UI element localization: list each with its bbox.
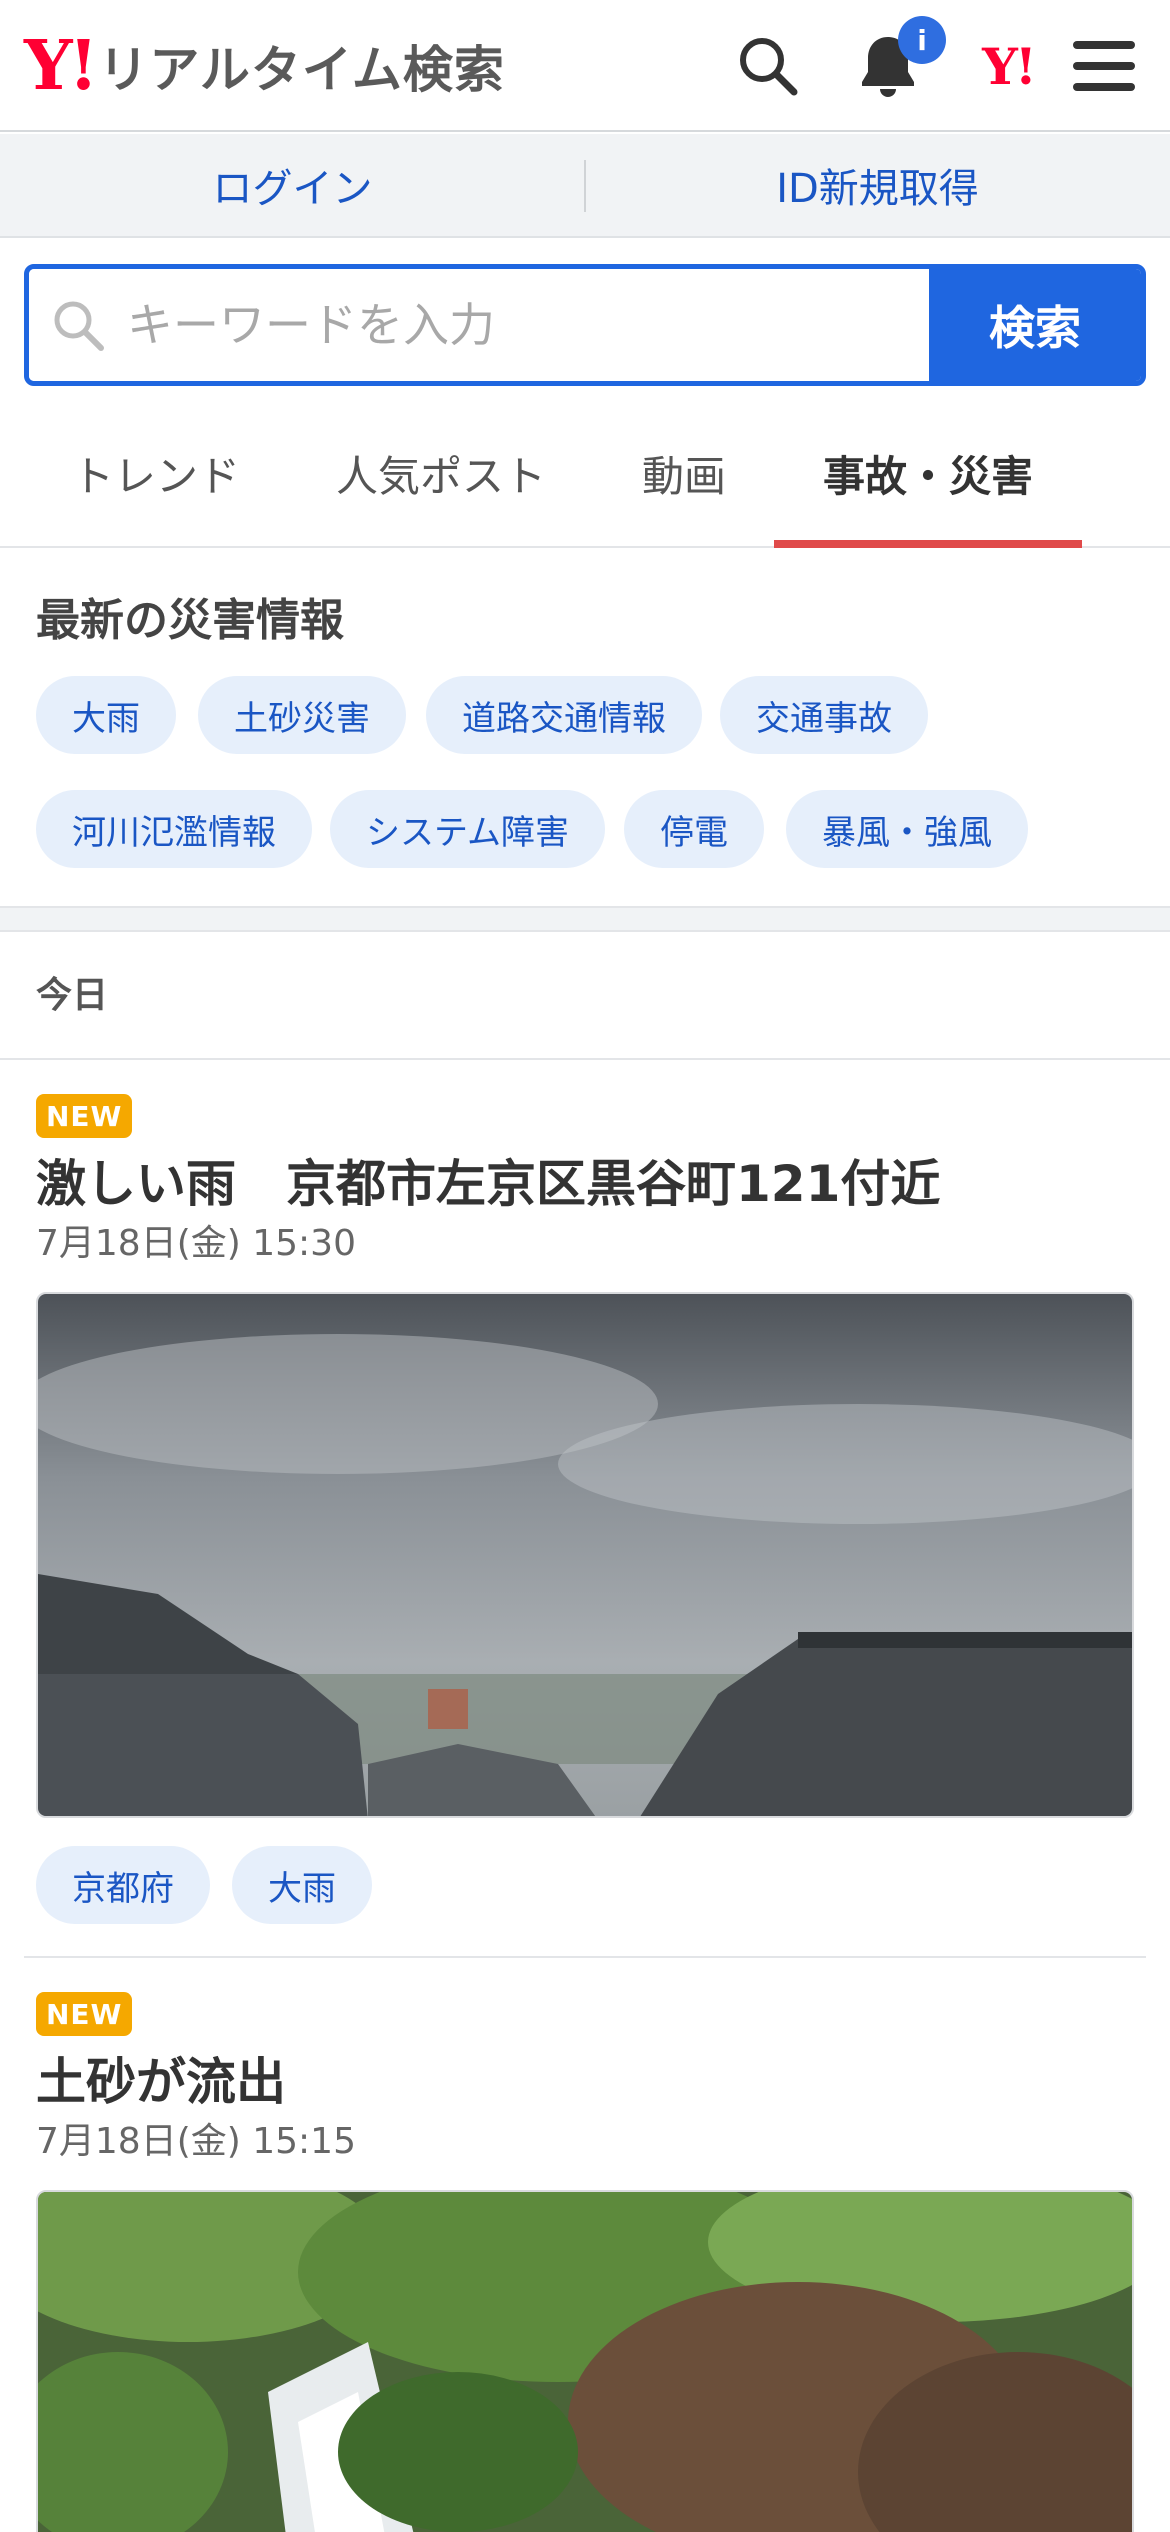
search-box: 検索 <box>24 264 1146 386</box>
search-field-wrapper <box>29 269 929 381</box>
post-title[interactable]: 土砂が流出 <box>36 2042 286 2114</box>
post-divider <box>24 1956 1146 1958</box>
chip-road-traffic[interactable]: 道路交通情報 <box>426 676 702 754</box>
chip-traffic-accident[interactable]: 交通事故 <box>720 676 928 754</box>
search-button[interactable]: 検索 <box>929 269 1141 381</box>
chip-storm-wind[interactable]: 暴風・強風 <box>786 790 1028 868</box>
search-input[interactable] <box>127 298 929 352</box>
divider <box>0 1058 1170 1060</box>
yahoo-japan-icon[interactable]: Y! <box>966 24 1050 108</box>
login-link[interactable]: ログイン <box>0 134 585 236</box>
yahoo-logo-mark: Y! <box>24 26 98 106</box>
post-timestamp: 7月18日(金) 15:15 <box>36 2121 356 2162</box>
yahoo-realtime-logo[interactable]: Y! リアルタイム検索 <box>24 28 505 104</box>
signup-link[interactable]: ID新規取得 <box>585 134 1170 236</box>
chip-river-flood[interactable]: 河川氾濫情報 <box>36 790 312 868</box>
post-image-rain[interactable] <box>36 1292 1134 1818</box>
yahoo-japan-mark: Y! <box>982 36 1037 96</box>
new-badge: NEW <box>36 1992 133 2036</box>
post-image-landslide[interactable] <box>36 2190 1134 2532</box>
disaster-section-title: 最新の災害情報 <box>36 595 344 646</box>
tag-heavy-rain[interactable]: 大雨 <box>232 1846 372 1924</box>
app-header: Y! リアルタイム検索 i Y! <box>0 0 1170 132</box>
search-icon[interactable] <box>726 24 810 108</box>
chip-power-outage[interactable]: 停電 <box>624 790 764 868</box>
post-timestamp: 7月18日(金) 15:30 <box>36 1223 356 1264</box>
logo-title: リアルタイム検索 <box>98 41 505 99</box>
chip-landslide[interactable]: 土砂災害 <box>198 676 406 754</box>
post-title[interactable]: 激しい雨 京都市左京区黒谷町121付近 <box>36 1144 940 1216</box>
new-badge: NEW <box>36 1094 133 1138</box>
section-gap <box>0 906 1170 932</box>
tab-trend[interactable]: トレンド <box>40 400 272 546</box>
tag-kyoto[interactable]: 京都府 <box>36 1846 210 1924</box>
notification-badge[interactable]: i <box>898 16 946 64</box>
tab-popular-posts[interactable]: 人気ポスト <box>316 400 566 546</box>
feed-date-heading: 今日 <box>36 975 109 1016</box>
category-tabs: トレンド 人気ポスト 動画 事故・災害 <box>0 400 1170 548</box>
chip-heavy-rain[interactable]: 大雨 <box>36 676 176 754</box>
tab-videos[interactable]: 動画 <box>612 400 756 546</box>
chip-system-outage[interactable]: システム障害 <box>330 790 605 868</box>
hamburger-menu-icon[interactable] <box>1062 24 1146 108</box>
search-field-icon <box>29 297 127 353</box>
auth-bar: ログイン ID新規取得 <box>0 134 1170 238</box>
tab-accidents-disasters[interactable]: 事故・災害 <box>774 400 1082 548</box>
auth-divider <box>584 160 586 212</box>
